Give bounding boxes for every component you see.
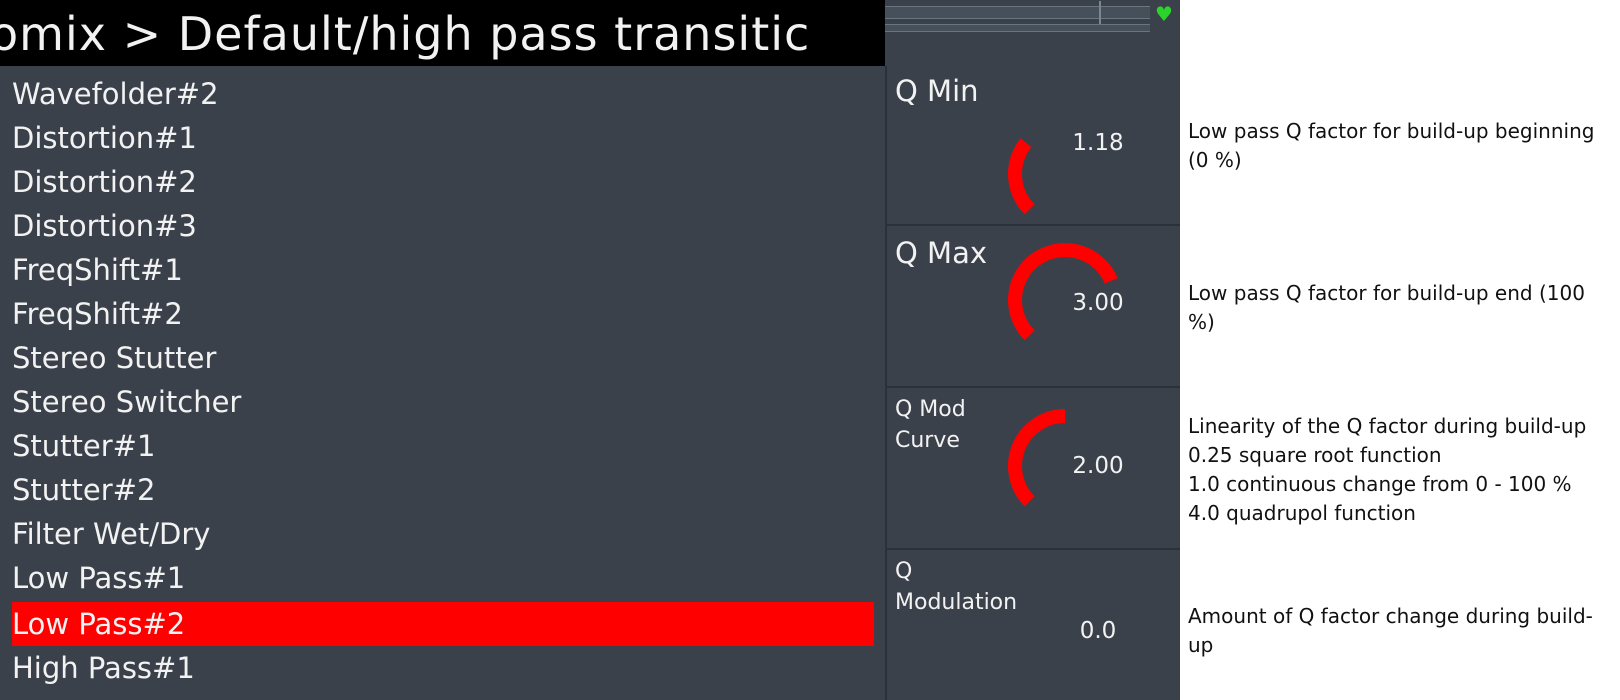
param-description: Low pass Q factor for build-up end (100 … <box>1188 281 1585 334</box>
list-item[interactable]: Stutter#1 <box>12 424 874 468</box>
param-q-modulation: Q Modulation 0.0 <box>887 550 1180 700</box>
param-label: Q Max <box>895 236 987 270</box>
list-item[interactable]: Filter Wet/Dry <box>12 512 874 556</box>
param-value: 2.00 <box>1072 453 1124 479</box>
list-item[interactable]: Distortion#2 <box>12 160 874 204</box>
list-item[interactable]: FreqShift#2 <box>12 292 874 336</box>
level-meter-bottom <box>885 24 1150 32</box>
param-label: Q Min <box>895 74 979 108</box>
list-item[interactable]: Stereo Stutter <box>12 336 874 380</box>
param-q-max: Q Max 3.00 <box>887 226 1180 386</box>
effect-list[interactable]: Wavefolder#2 Distortion#1 Distortion#2 D… <box>0 66 885 700</box>
list-item[interactable]: Low Pass#1 <box>12 556 874 600</box>
list-item[interactable]: Wavefolder#2 <box>12 72 874 116</box>
param-description: Linearity of the Q factor during build-u… <box>1188 414 1587 525</box>
list-item-selected[interactable]: Low Pass#2 <box>12 602 874 646</box>
level-meter-top <box>885 1 1150 27</box>
title-bar: omix > Default/high pass transitic <box>0 0 885 66</box>
param-value: 0.0 <box>1079 618 1117 644</box>
list-item[interactable]: Distortion#1 <box>12 116 874 160</box>
param-q-mod-curve: Q Mod Curve 2.00 <box>887 388 1180 548</box>
param-value: 3.00 <box>1072 290 1124 316</box>
param-description: Amount of Q factor change during build-u… <box>1188 604 1593 657</box>
heart-icon: ♥ <box>1155 2 1173 26</box>
param-q-min: Q Min 1.18 <box>887 66 1180 224</box>
app-window: omix > Default/high pass transitic ♥ Wav… <box>0 0 1180 700</box>
list-item[interactable]: Stereo Switcher <box>12 380 874 424</box>
param-description: Low pass Q factor for build-up beginning… <box>1188 119 1595 172</box>
list-item[interactable]: FreqShift#1 <box>12 248 874 292</box>
list-item[interactable]: Stutter#2 <box>12 468 874 512</box>
status-area: ♥ <box>885 0 1180 66</box>
param-value: 1.18 <box>1072 130 1124 156</box>
list-item[interactable]: Distortion#3 <box>12 204 874 248</box>
breadcrumb-title: omix > Default/high pass transitic <box>0 7 811 61</box>
param-label: Q Mod Curve <box>895 397 966 453</box>
list-item[interactable]: High Pass#1 <box>12 646 874 690</box>
param-label: Q Modulation <box>895 559 1018 615</box>
knob-arc <box>1008 138 1035 215</box>
